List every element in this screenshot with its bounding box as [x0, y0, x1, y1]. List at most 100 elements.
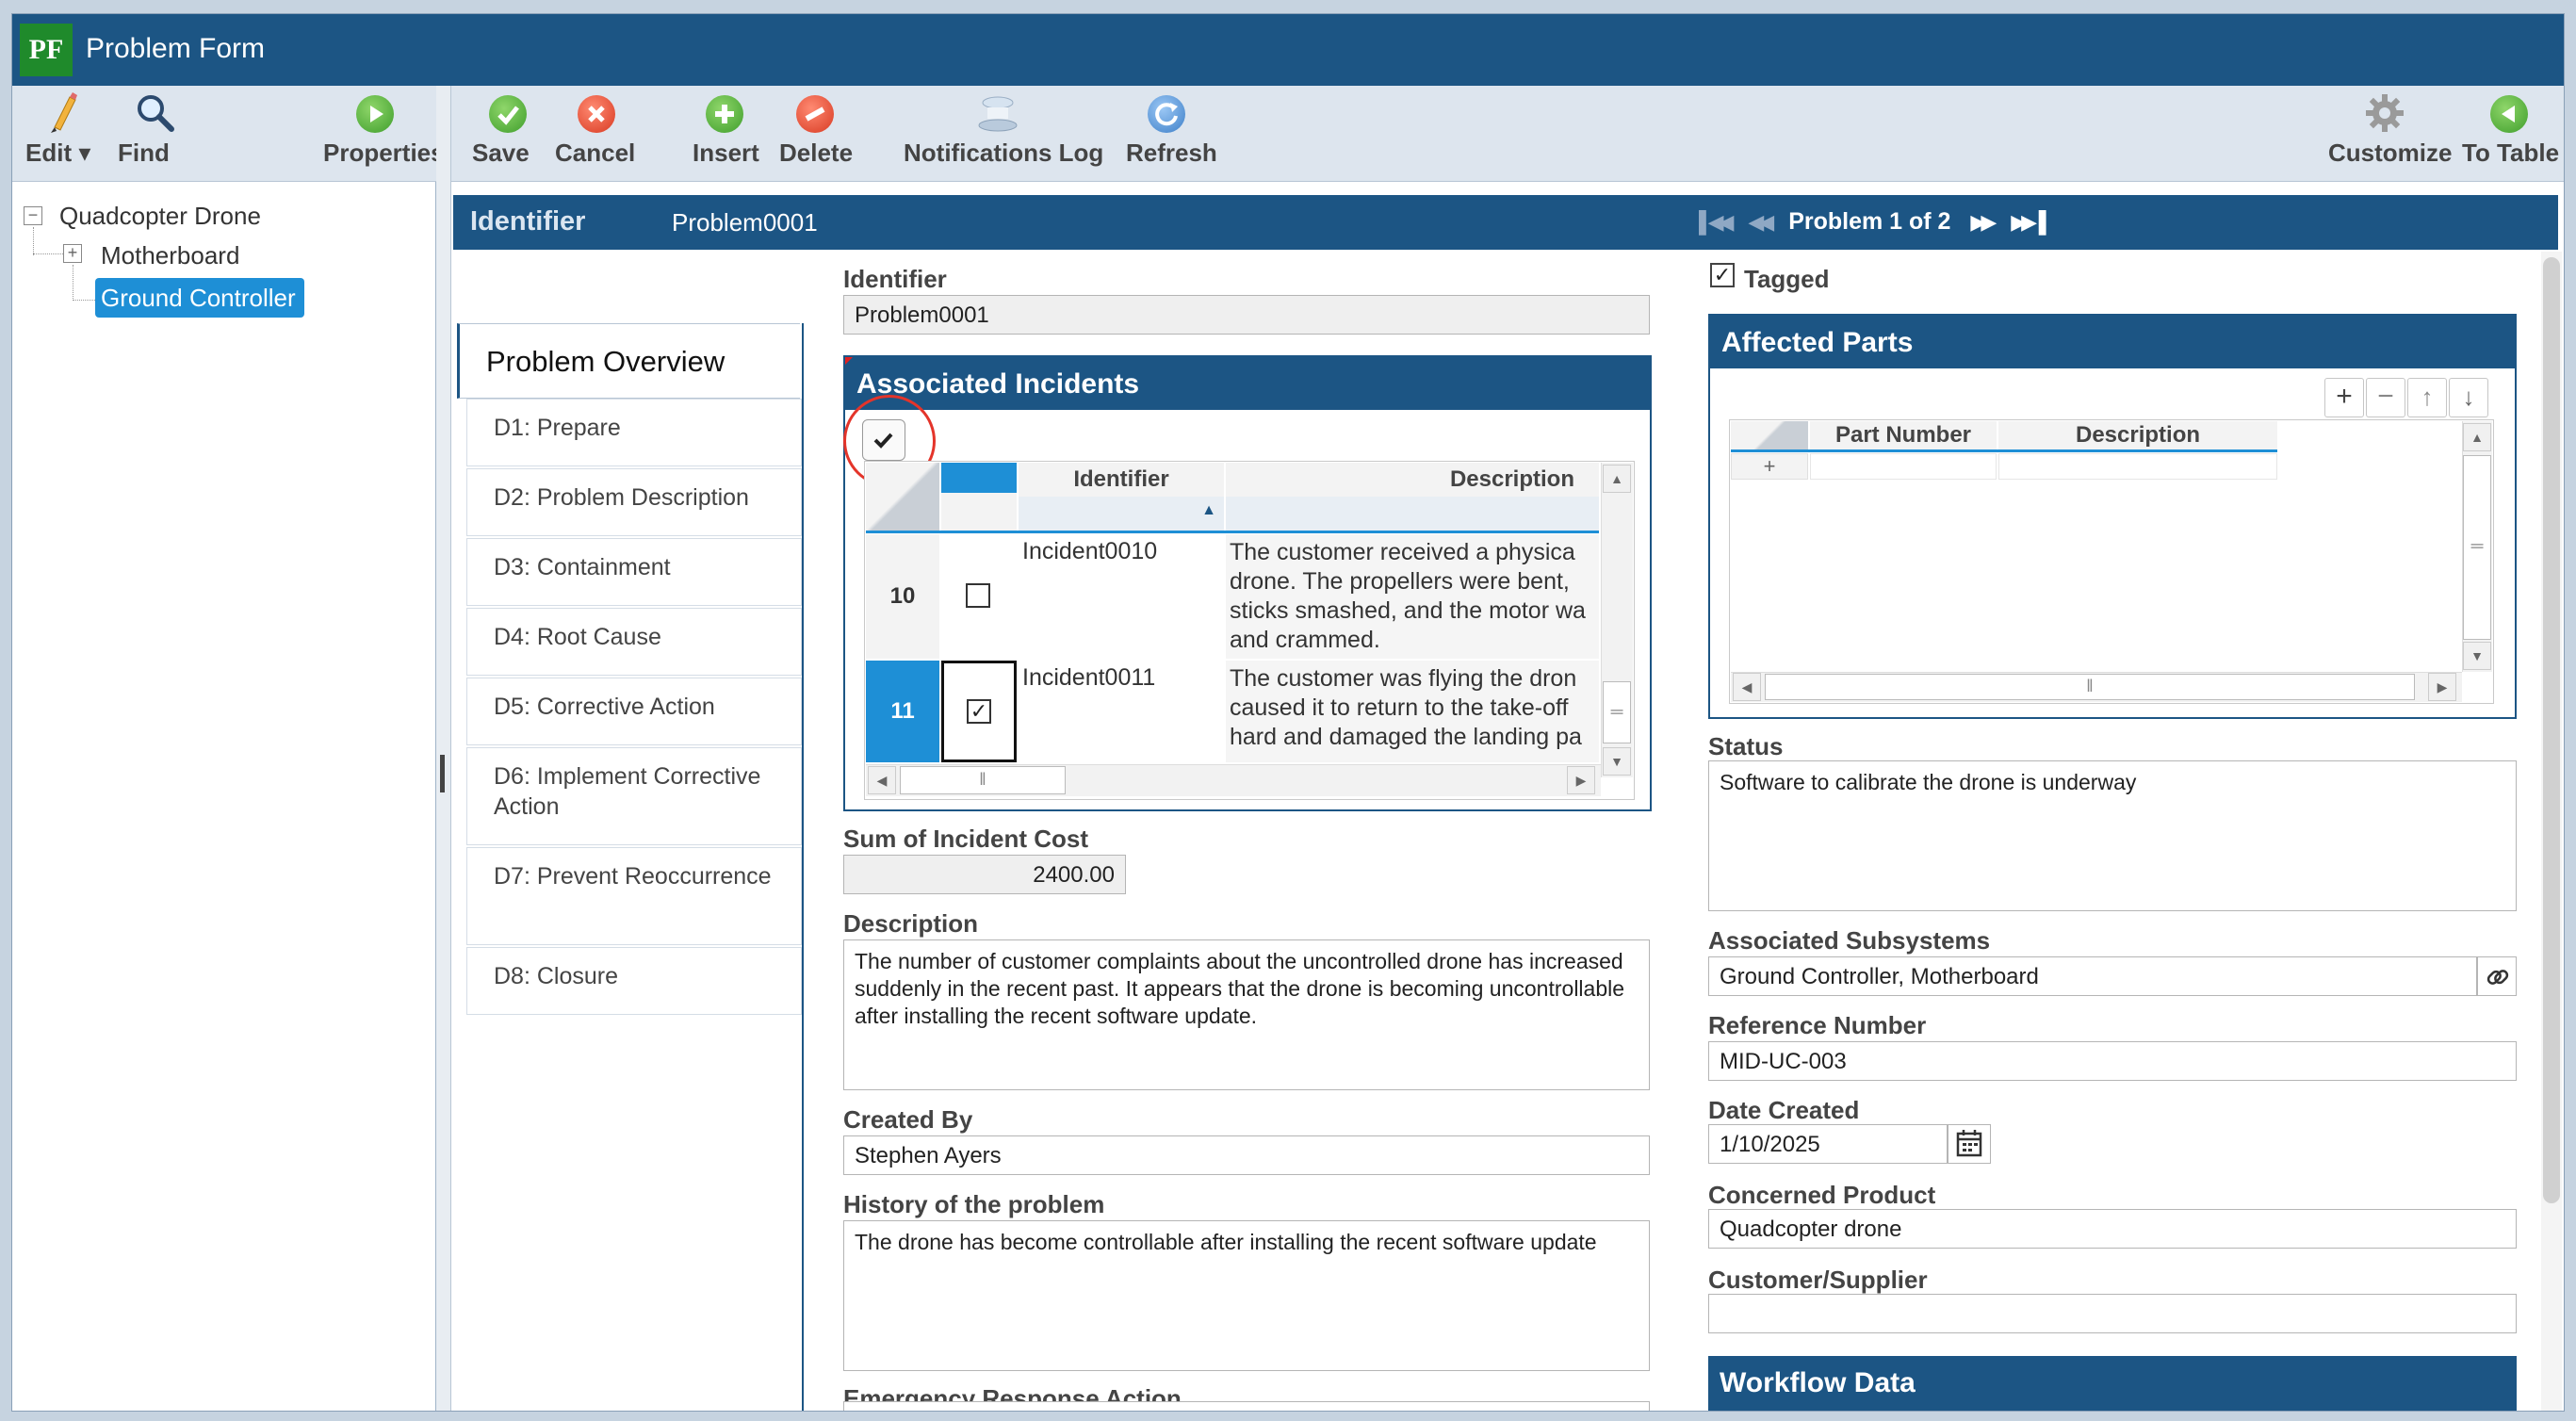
tab-d5-corrective-action[interactable]: D5: Corrective Action	[466, 678, 802, 745]
cancel-button[interactable]: Cancel	[555, 91, 638, 167]
sum-incident-cost-label: Sum of Incident Cost	[843, 825, 1088, 853]
arrow-down-icon: ↓	[2462, 383, 2475, 411]
tab-d1-prepare[interactable]: D1: Prepare	[466, 399, 802, 466]
date-created-field[interactable]: 1/10/2025	[1708, 1124, 1948, 1164]
tab-d3-containment[interactable]: D3: Containment	[466, 538, 802, 606]
description-label: Description	[843, 909, 979, 938]
date-picker-button[interactable]	[1948, 1124, 1991, 1164]
history-textarea[interactable]: The drone has become controllable after …	[843, 1220, 1650, 1371]
incident-description[interactable]: The customer received a physica drone. T…	[1226, 534, 1599, 659]
row-number: 10	[866, 534, 939, 659]
expand-icon[interactable]: +	[63, 244, 82, 263]
plus-circle-icon	[706, 95, 743, 133]
status-textarea[interactable]: Software to calibrate the drone is under…	[1708, 760, 2517, 911]
customize-button[interactable]: Customize	[2328, 91, 2452, 167]
identifier-field[interactable]: Problem0001	[843, 295, 1650, 335]
tab-d8-closure[interactable]: D8: Closure	[466, 947, 802, 1015]
row-select-cell-active[interactable]: ✓	[941, 661, 1017, 762]
incident-identifier[interactable]: Incident0010	[1019, 534, 1224, 659]
description-new-cell[interactable]	[1998, 453, 2277, 480]
left-pane: Edit ▾ Find Properties − Quadcopter Dron…	[12, 86, 445, 1411]
insert-button[interactable]: Insert	[693, 91, 759, 167]
vertical-scroll-thumb[interactable]: ═	[1603, 681, 1631, 743]
parts-horizontal-thumb[interactable]: ‖	[1765, 674, 2415, 700]
gear-icon	[2366, 94, 2404, 132]
parts-scroll-left-icon[interactable]: ◀	[1733, 673, 1761, 701]
splitter-grip[interactable]	[440, 755, 445, 792]
link-button[interactable]	[2477, 956, 2517, 996]
back-arrow-icon	[2490, 95, 2528, 133]
scroll-left-icon[interactable]: ◀	[868, 766, 896, 794]
tab-d7-prevent-reoccurrence[interactable]: D7: Prevent Reoccurrence	[466, 847, 802, 945]
play-circle-icon	[356, 95, 394, 133]
grid-corner	[866, 463, 939, 531]
tab-d6-implement-corrective-action[interactable]: D6: Implement Corrective Action	[466, 747, 802, 845]
row-select-cell[interactable]	[941, 534, 1017, 659]
row-number-selected: 11	[866, 661, 939, 762]
tab-d2-problem-description[interactable]: D2: Problem Description	[466, 468, 802, 536]
to-table-button[interactable]: To Table	[2462, 91, 2559, 167]
next-record-icon[interactable]: ▶▶	[1970, 210, 1997, 235]
part-number-new-cell[interactable]	[1810, 453, 1997, 480]
parts-scroll-right-icon[interactable]: ▶	[2428, 673, 2456, 701]
find-button[interactable]: Find	[118, 91, 193, 167]
parts-vertical-thumb[interactable]: ═	[2463, 455, 2491, 640]
emergency-response-field[interactable]	[843, 1401, 1650, 1411]
reference-number-field[interactable]: MID-UC-003	[1708, 1041, 2517, 1081]
magnifier-icon	[138, 95, 174, 132]
tree-node-root[interactable]: Quadcopter Drone	[59, 202, 261, 231]
created-by-label: Created By	[843, 1105, 973, 1134]
collapse-icon[interactable]: −	[24, 206, 42, 225]
tab-problem-overview[interactable]: Problem Overview	[457, 323, 800, 399]
notifications-label: Notifications Log	[904, 139, 1104, 167]
edit-label: Edit ▾	[25, 139, 91, 167]
move-up-button[interactable]: ↑	[2407, 378, 2447, 417]
associated-subsystems-field[interactable]: Ground Controller, Motherboard	[1708, 956, 2477, 996]
header-underline	[866, 531, 1599, 533]
parts-scroll-down-icon[interactable]: ▼	[2463, 642, 2491, 670]
horizontal-scroll-thumb[interactable]: ‖	[900, 766, 1066, 794]
tagged-label: Tagged	[1744, 265, 1830, 293]
tree-node-motherboard[interactable]: Motherboard	[101, 241, 239, 270]
properties-button[interactable]: Properties	[323, 91, 445, 167]
column-header-identifier[interactable]: Identifier	[1019, 463, 1224, 497]
customer-supplier-field[interactable]	[1708, 1294, 2517, 1333]
notifications-log-button[interactable]: Notifications Log	[904, 91, 1103, 167]
refresh-button[interactable]: Refresh	[1126, 91, 1217, 167]
pane-splitter[interactable]	[436, 86, 451, 1411]
column-header-part-number[interactable]: Part Number	[1810, 421, 1997, 449]
save-button[interactable]: Save	[472, 91, 544, 167]
parts-grid-corner	[1731, 421, 1808, 449]
link-icon	[2486, 970, 2509, 985]
scroll-right-icon[interactable]: ▶	[1567, 766, 1595, 794]
scroll-up-icon[interactable]: ▲	[1603, 465, 1631, 493]
created-by-field[interactable]: Stephen Ayers	[843, 1135, 1650, 1175]
incident-description[interactable]: The customer was flying the dron caused …	[1226, 661, 1599, 762]
grid-select-column-header[interactable]	[941, 463, 1017, 493]
sort-ascending-icon[interactable]: ▲	[1019, 497, 1224, 531]
add-part-button[interactable]: +	[2324, 378, 2364, 417]
move-down-button[interactable]: ↓	[2449, 378, 2488, 417]
tab-d4-root-cause[interactable]: D4: Root Cause	[466, 608, 802, 676]
nav-divider	[802, 323, 804, 1411]
scroll-down-icon[interactable]: ▼	[1603, 747, 1631, 776]
parts-scroll-up-icon[interactable]: ▲	[2463, 423, 2491, 451]
tagged-checkbox[interactable]: ✓	[1710, 263, 1735, 287]
last-record-icon[interactable]: ▶▶▐	[2011, 210, 2046, 235]
row-checkbox-unchecked[interactable]	[966, 583, 990, 608]
previous-record-icon[interactable]: ◀◀	[1748, 210, 1774, 235]
description-textarea[interactable]: The number of customer complaints about …	[843, 939, 1650, 1090]
new-row-icon[interactable]: +	[1731, 453, 1808, 480]
concerned-product-field[interactable]: Quadcopter drone	[1708, 1209, 2517, 1249]
edit-button[interactable]: Edit ▾	[25, 91, 101, 167]
delete-button[interactable]: Delete	[779, 91, 853, 167]
column-header-parts-description[interactable]: Description	[1998, 421, 2277, 449]
remove-part-button[interactable]: −	[2366, 378, 2405, 417]
incident-identifier[interactable]: Incident0011	[1019, 661, 1224, 762]
page-scroll-thumb[interactable]	[2543, 257, 2560, 1203]
first-record-icon[interactable]: ▌◀◀	[1699, 210, 1735, 235]
delete-label: Delete	[779, 139, 854, 167]
tree-node-ground-controller[interactable]: Ground Controller	[95, 278, 304, 318]
row-checkbox-checked[interactable]: ✓	[967, 699, 991, 724]
column-header-description[interactable]: Description	[1226, 463, 1599, 497]
